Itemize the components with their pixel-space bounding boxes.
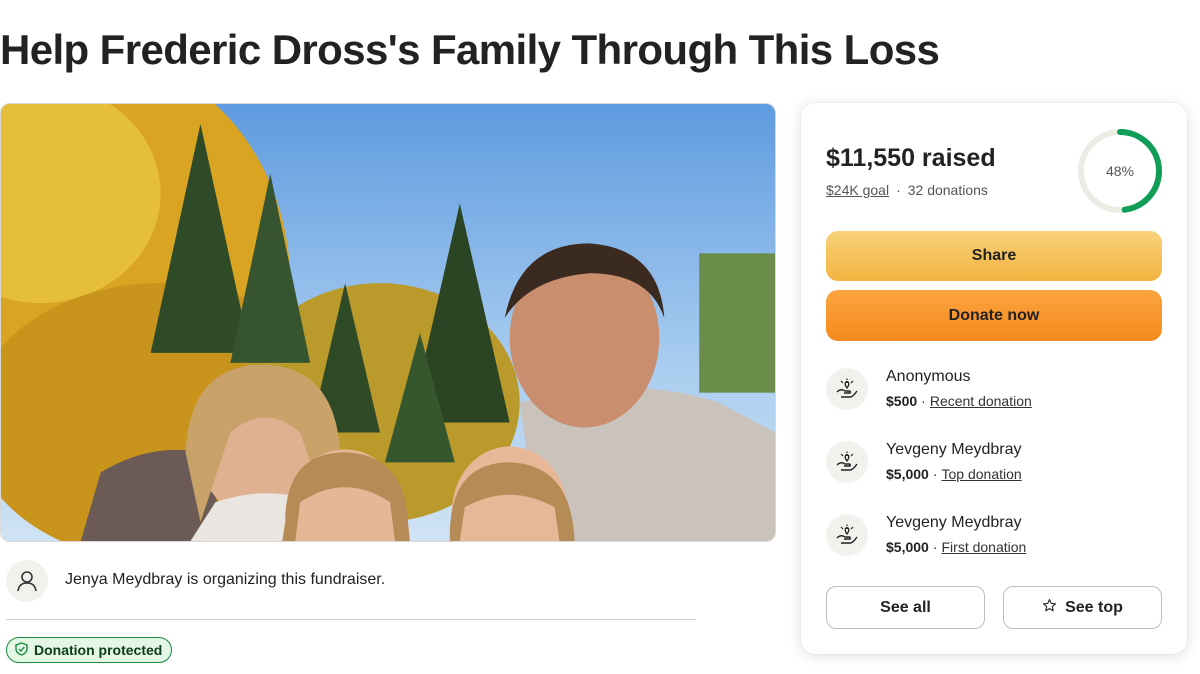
progress-ring: 48% bbox=[1076, 127, 1164, 215]
see-all-button[interactable]: See all bbox=[826, 586, 985, 629]
see-all-label: See all bbox=[880, 598, 931, 616]
donor-name: Yevgeny Meydbray bbox=[886, 514, 1022, 531]
donate-now-button[interactable]: Donate now bbox=[826, 290, 1162, 341]
family-photo-illustration bbox=[1, 104, 775, 541]
detail-separator: · bbox=[932, 539, 938, 555]
donor-name: Anonymous bbox=[886, 368, 971, 385]
donor-name: Yevgeny Meydbray bbox=[886, 441, 1022, 458]
star-icon bbox=[1042, 598, 1057, 618]
donation-detail: $5,000 · Top donation bbox=[886, 466, 1022, 482]
share-button[interactable]: Share bbox=[826, 231, 1162, 281]
goal-link[interactable]: $24K goal bbox=[826, 182, 889, 198]
meta-separator: · bbox=[896, 182, 901, 198]
see-top-button[interactable]: See top bbox=[1003, 586, 1162, 629]
donation-protected-badge[interactable]: Donation protected bbox=[6, 637, 173, 663]
donation-panel: $11,550 raised $24K goal · 32 donations 48… bbox=[801, 103, 1187, 654]
organizer-text: Jenya Meydbray is organizing this fundra… bbox=[65, 571, 386, 588]
donation-amount: $500 bbox=[886, 393, 918, 409]
donation-tag-link[interactable]: Top donation bbox=[942, 466, 1022, 482]
donation-detail: $500 · Recent donation bbox=[886, 393, 1032, 409]
donations-count: 32 donations bbox=[907, 182, 988, 198]
detail-separator: · bbox=[932, 466, 938, 482]
donation-item: Yevgeny Meydbray $5,000 · Top donation bbox=[826, 441, 1162, 489]
donation-amount: $5,000 bbox=[886, 466, 929, 482]
progress-percent: 48% bbox=[1105, 163, 1135, 179]
donation-tag-link[interactable]: Recent donation bbox=[930, 393, 1032, 409]
goal-meta: $24K goal · 32 donations bbox=[826, 182, 988, 198]
page-title: Help Frederic Dross's Family Through Thi… bbox=[0, 26, 940, 73]
donation-amount: $5,000 bbox=[886, 539, 929, 555]
campaign-photo[interactable] bbox=[0, 103, 776, 542]
organizer-row: Jenya Meydbray is organizing this fundra… bbox=[6, 560, 696, 620]
donation-protected-label: Donation protected bbox=[34, 642, 163, 658]
donation-item: Yevgeny Meydbray $5,000 · First donation bbox=[826, 514, 1162, 562]
donation-tag-link[interactable]: First donation bbox=[942, 539, 1027, 555]
detail-separator: · bbox=[921, 393, 926, 409]
person-icon bbox=[6, 560, 48, 602]
shield-check-icon bbox=[15, 641, 28, 659]
heart-hand-icon bbox=[826, 441, 868, 483]
heart-hand-icon bbox=[826, 514, 868, 556]
amount-raised: $11,550 raised bbox=[826, 144, 996, 172]
heart-hand-icon bbox=[826, 368, 868, 410]
donation-item: Anonymous $500 · Recent donation bbox=[826, 368, 1162, 416]
donation-detail: $5,000 · First donation bbox=[886, 539, 1026, 555]
see-top-label: See top bbox=[1065, 598, 1123, 616]
